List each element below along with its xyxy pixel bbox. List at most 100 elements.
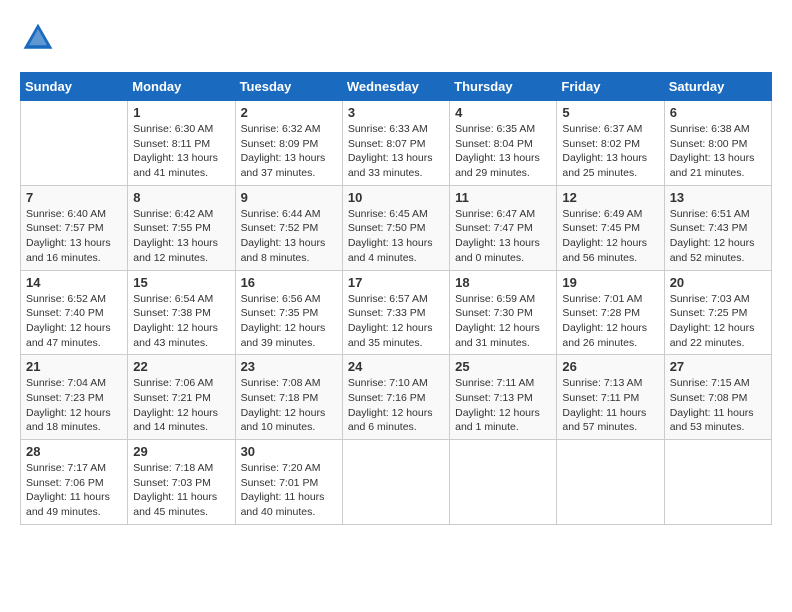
day-number: 18	[455, 275, 551, 290]
day-cell: 29Sunrise: 7:18 AMSunset: 7:03 PMDayligh…	[128, 440, 235, 525]
day-detail: Sunrise: 6:51 AMSunset: 7:43 PMDaylight:…	[670, 207, 766, 266]
col-header-thursday: Thursday	[450, 73, 557, 101]
week-row-4: 21 Sunrise: 7:04 AMSunset: 7:23 PMDayligh…	[21, 355, 772, 440]
day-number: 3	[348, 105, 444, 120]
logo	[20, 20, 62, 56]
day-number: 8	[133, 190, 229, 205]
day-cell	[450, 440, 557, 525]
day-cell: 24 Sunrise: 7:10 AMSunset: 7:16 PMDayligh…	[342, 355, 449, 440]
day-cell: 7 Sunrise: 6:40 AMSunset: 7:57 PMDaylight…	[21, 185, 128, 270]
day-cell	[664, 440, 771, 525]
day-detail: Sunrise: 6:30 AMSunset: 8:11 PMDaylight:…	[133, 122, 229, 181]
col-header-tuesday: Tuesday	[235, 73, 342, 101]
day-detail: Sunrise: 6:54 AMSunset: 7:38 PMDaylight:…	[133, 292, 229, 351]
day-number: 29	[133, 444, 229, 459]
day-cell: 2 Sunrise: 6:32 AMSunset: 8:09 PMDaylight…	[235, 101, 342, 186]
day-cell: 1 Sunrise: 6:30 AMSunset: 8:11 PMDaylight…	[128, 101, 235, 186]
day-cell: 19 Sunrise: 7:01 AMSunset: 7:28 PMDayligh…	[557, 270, 664, 355]
day-detail: Sunrise: 6:42 AMSunset: 7:55 PMDaylight:…	[133, 207, 229, 266]
day-detail: Sunrise: 7:15 AMSunset: 7:08 PMDaylight:…	[670, 376, 766, 435]
day-detail: Sunrise: 7:20 AMSunset: 7:01 PMDaylight:…	[241, 461, 337, 520]
page-header	[20, 20, 772, 56]
day-cell: 21 Sunrise: 7:04 AMSunset: 7:23 PMDayligh…	[21, 355, 128, 440]
col-header-friday: Friday	[557, 73, 664, 101]
day-number: 4	[455, 105, 551, 120]
day-detail: Sunrise: 6:40 AMSunset: 7:57 PMDaylight:…	[26, 207, 122, 266]
day-detail: Sunrise: 7:11 AMSunset: 7:13 PMDaylight:…	[455, 376, 551, 435]
day-number: 6	[670, 105, 766, 120]
day-number: 10	[348, 190, 444, 205]
day-number: 5	[562, 105, 658, 120]
week-row-2: 7 Sunrise: 6:40 AMSunset: 7:57 PMDaylight…	[21, 185, 772, 270]
day-number: 24	[348, 359, 444, 374]
col-header-saturday: Saturday	[664, 73, 771, 101]
day-detail: Sunrise: 7:10 AMSunset: 7:16 PMDaylight:…	[348, 376, 444, 435]
day-detail: Sunrise: 6:57 AMSunset: 7:33 PMDaylight:…	[348, 292, 444, 351]
day-number: 9	[241, 190, 337, 205]
day-cell: 20Sunrise: 7:03 AMSunset: 7:25 PMDayligh…	[664, 270, 771, 355]
week-row-1: 1 Sunrise: 6:30 AMSunset: 8:11 PMDaylight…	[21, 101, 772, 186]
day-cell: 28 Sunrise: 7:17 AMSunset: 7:06 PMDayligh…	[21, 440, 128, 525]
day-detail: Sunrise: 6:52 AMSunset: 7:40 PMDaylight:…	[26, 292, 122, 351]
day-number: 16	[241, 275, 337, 290]
day-cell: 4 Sunrise: 6:35 AMSunset: 8:04 PMDaylight…	[450, 101, 557, 186]
day-cell	[557, 440, 664, 525]
day-cell: 6 Sunrise: 6:38 AMSunset: 8:00 PMDaylight…	[664, 101, 771, 186]
day-cell: 27 Sunrise: 7:15 AMSunset: 7:08 PMDayligh…	[664, 355, 771, 440]
day-cell: 3Sunrise: 6:33 AMSunset: 8:07 PMDaylight…	[342, 101, 449, 186]
day-detail: Sunrise: 6:59 AMSunset: 7:30 PMDaylight:…	[455, 292, 551, 351]
logo-icon	[20, 20, 56, 56]
day-cell: 8 Sunrise: 6:42 AMSunset: 7:55 PMDaylight…	[128, 185, 235, 270]
day-detail: Sunrise: 7:06 AMSunset: 7:21 PMDaylight:…	[133, 376, 229, 435]
day-number: 25	[455, 359, 551, 374]
day-number: 17	[348, 275, 444, 290]
day-detail: Sunrise: 6:35 AMSunset: 8:04 PMDaylight:…	[455, 122, 551, 181]
day-number: 28	[26, 444, 122, 459]
day-number: 26	[562, 359, 658, 374]
day-cell: 17 Sunrise: 6:57 AMSunset: 7:33 PMDayligh…	[342, 270, 449, 355]
day-number: 27	[670, 359, 766, 374]
day-detail: Sunrise: 7:04 AMSunset: 7:23 PMDaylight:…	[26, 376, 122, 435]
day-cell: 25 Sunrise: 7:11 AMSunset: 7:13 PMDayligh…	[450, 355, 557, 440]
calendar-table: SundayMondayTuesdayWednesdayThursdayFrid…	[20, 72, 772, 525]
day-detail: Sunrise: 6:37 AMSunset: 8:02 PMDaylight:…	[562, 122, 658, 181]
day-cell: 26 Sunrise: 7:13 AMSunset: 7:11 PMDayligh…	[557, 355, 664, 440]
day-cell: 18 Sunrise: 6:59 AMSunset: 7:30 PMDayligh…	[450, 270, 557, 355]
day-number: 2	[241, 105, 337, 120]
day-cell: 16 Sunrise: 6:56 AMSunset: 7:35 PMDayligh…	[235, 270, 342, 355]
day-number: 14	[26, 275, 122, 290]
day-detail: Sunrise: 6:56 AMSunset: 7:35 PMDaylight:…	[241, 292, 337, 351]
day-cell: 13 Sunrise: 6:51 AMSunset: 7:43 PMDayligh…	[664, 185, 771, 270]
week-row-3: 14 Sunrise: 6:52 AMSunset: 7:40 PMDayligh…	[21, 270, 772, 355]
day-cell: 10 Sunrise: 6:45 AMSunset: 7:50 PMDayligh…	[342, 185, 449, 270]
day-cell: 11Sunrise: 6:47 AMSunset: 7:47 PMDayligh…	[450, 185, 557, 270]
col-header-wednesday: Wednesday	[342, 73, 449, 101]
day-number: 19	[562, 275, 658, 290]
day-detail: Sunrise: 6:32 AMSunset: 8:09 PMDaylight:…	[241, 122, 337, 181]
day-number: 12	[562, 190, 658, 205]
day-number: 23	[241, 359, 337, 374]
week-row-5: 28 Sunrise: 7:17 AMSunset: 7:06 PMDayligh…	[21, 440, 772, 525]
col-header-sunday: Sunday	[21, 73, 128, 101]
day-number: 15	[133, 275, 229, 290]
day-cell: 14 Sunrise: 6:52 AMSunset: 7:40 PMDayligh…	[21, 270, 128, 355]
day-detail: Sunrise: 6:47 AMSunset: 7:47 PMDaylight:…	[455, 207, 551, 266]
day-detail: Sunrise: 7:13 AMSunset: 7:11 PMDaylight:…	[562, 376, 658, 435]
day-detail: Sunrise: 7:17 AMSunset: 7:06 PMDaylight:…	[26, 461, 122, 520]
day-cell	[21, 101, 128, 186]
header-row: SundayMondayTuesdayWednesdayThursdayFrid…	[21, 73, 772, 101]
day-detail: Sunrise: 7:01 AMSunset: 7:28 PMDaylight:…	[562, 292, 658, 351]
day-number: 13	[670, 190, 766, 205]
day-detail: Sunrise: 7:08 AMSunset: 7:18 PMDaylight:…	[241, 376, 337, 435]
col-header-monday: Monday	[128, 73, 235, 101]
day-cell: 30Sunrise: 7:20 AMSunset: 7:01 PMDayligh…	[235, 440, 342, 525]
day-cell	[342, 440, 449, 525]
day-detail: Sunrise: 6:44 AMSunset: 7:52 PMDaylight:…	[241, 207, 337, 266]
day-number: 1	[133, 105, 229, 120]
day-detail: Sunrise: 6:45 AMSunset: 7:50 PMDaylight:…	[348, 207, 444, 266]
day-number: 21	[26, 359, 122, 374]
day-number: 7	[26, 190, 122, 205]
day-cell: 12Sunrise: 6:49 AMSunset: 7:45 PMDayligh…	[557, 185, 664, 270]
day-detail: Sunrise: 6:38 AMSunset: 8:00 PMDaylight:…	[670, 122, 766, 181]
day-cell: 9 Sunrise: 6:44 AMSunset: 7:52 PMDaylight…	[235, 185, 342, 270]
